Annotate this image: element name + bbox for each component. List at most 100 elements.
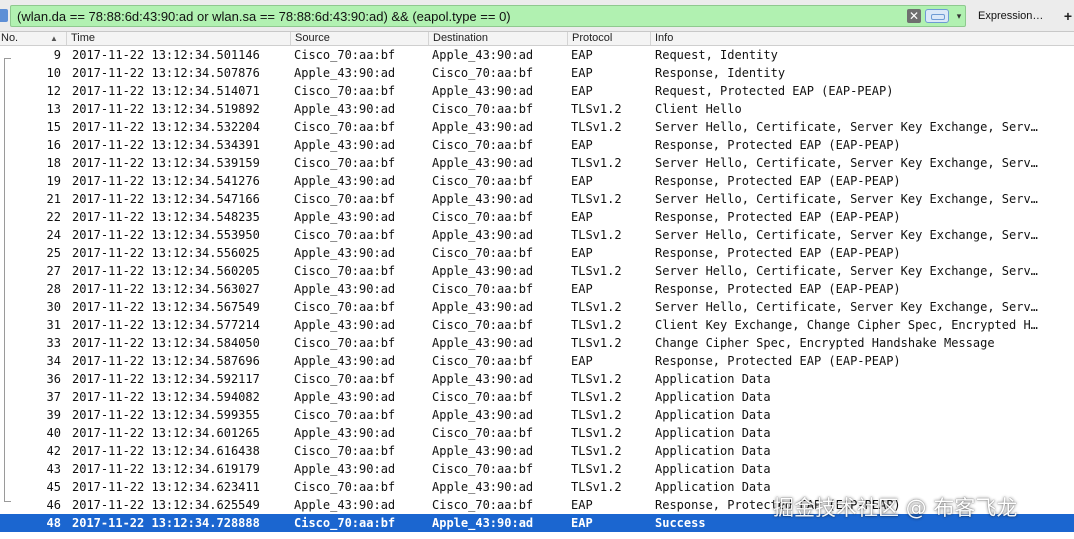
packet-protocol: EAP bbox=[571, 174, 593, 188]
packet-time: 2017-11-22 13:12:34.728888 bbox=[72, 516, 260, 530]
display-filter-text[interactable]: (wlan.da == 78:88:6d:43:90:ad or wlan.sa… bbox=[17, 9, 511, 24]
packet-source: Cisco_70:aa:bf bbox=[294, 300, 396, 314]
table-row[interactable]: 37 2017-11-22 13:12:34.594082 Apple_43:90:… bbox=[0, 388, 1074, 406]
column-header-destination[interactable]: Destination bbox=[428, 32, 567, 45]
table-row[interactable]: 31 2017-11-22 13:12:34.577214 Apple_43:90:… bbox=[0, 316, 1074, 334]
packet-protocol: EAP bbox=[571, 66, 593, 80]
table-row[interactable]: 18 2017-11-22 13:12:34.539159 Cisco_70:aa:… bbox=[0, 154, 1074, 172]
packet-source: Apple_43:90:ad bbox=[294, 390, 396, 404]
packet-protocol: TLSv1.2 bbox=[571, 390, 622, 404]
table-row[interactable]: 22 2017-11-22 13:12:34.548235 Apple_43:90:… bbox=[0, 208, 1074, 226]
apply-filter-icon[interactable] bbox=[925, 9, 949, 23]
table-row[interactable]: 10 2017-11-22 13:12:34.507876 Apple_43:90:… bbox=[0, 64, 1074, 82]
packet-source: Cisco_70:aa:bf bbox=[294, 48, 396, 62]
packet-info: Request, Identity bbox=[655, 48, 778, 62]
packet-destination: Apple_43:90:ad bbox=[432, 84, 534, 98]
packet-destination: Cisco_70:aa:bf bbox=[432, 318, 534, 332]
packet-number: 21 bbox=[46, 192, 61, 206]
sort-ascending-icon: ▲ bbox=[50, 34, 58, 43]
table-row[interactable]: 28 2017-11-22 13:12:34.563027 Apple_43:90:… bbox=[0, 280, 1074, 298]
recent-filters-dropdown-icon[interactable]: ▾ bbox=[953, 8, 965, 24]
table-row[interactable]: 42 2017-11-22 13:12:34.616438 Cisco_70:aa:… bbox=[0, 442, 1074, 460]
table-row[interactable]: 40 2017-11-22 13:12:34.601265 Apple_43:90:… bbox=[0, 424, 1074, 442]
packet-protocol: TLSv1.2 bbox=[571, 264, 622, 278]
packet-source: Apple_43:90:ad bbox=[294, 102, 396, 116]
table-row[interactable]: 25 2017-11-22 13:12:34.556025 Apple_43:90:… bbox=[0, 244, 1074, 262]
packet-destination: Apple_43:90:ad bbox=[432, 480, 534, 494]
packet-time: 2017-11-22 13:12:34.556025 bbox=[72, 246, 260, 260]
column-header-time[interactable]: Time bbox=[66, 32, 290, 45]
packet-protocol: EAP bbox=[571, 138, 593, 152]
column-header-source-label: Source bbox=[295, 32, 330, 44]
packet-info: Change Cipher Spec, Encrypted Handshake … bbox=[655, 336, 995, 350]
table-row[interactable]: 30 2017-11-22 13:12:34.567549 Cisco_70:aa:… bbox=[0, 298, 1074, 316]
table-row[interactable]: 24 2017-11-22 13:12:34.553950 Cisco_70:aa:… bbox=[0, 226, 1074, 244]
packet-info: Server Hello, Certificate, Server Key Ex… bbox=[655, 156, 1038, 170]
packet-time: 2017-11-22 13:12:34.616438 bbox=[72, 444, 260, 458]
watermark-text: 掘金技术社区 @ 布客飞龙 bbox=[773, 496, 1018, 520]
packet-source: Cisco_70:aa:bf bbox=[294, 516, 396, 530]
packet-destination: Cisco_70:aa:bf bbox=[432, 174, 534, 188]
table-row[interactable]: 39 2017-11-22 13:12:34.599355 Cisco_70:aa:… bbox=[0, 406, 1074, 424]
table-row[interactable]: 34 2017-11-22 13:12:34.587696 Apple_43:90:… bbox=[0, 352, 1074, 370]
table-row[interactable]: 33 2017-11-22 13:12:34.584050 Cisco_70:aa:… bbox=[0, 334, 1074, 352]
packet-number: 9 bbox=[53, 48, 61, 62]
packet-info: Server Hello, Certificate, Server Key Ex… bbox=[655, 228, 1038, 242]
display-filter-input[interactable]: (wlan.da == 78:88:6d:43:90:ad or wlan.sa… bbox=[10, 5, 966, 27]
packet-protocol: TLSv1.2 bbox=[571, 444, 622, 458]
packet-time: 2017-11-22 13:12:34.601265 bbox=[72, 426, 260, 440]
packet-number: 27 bbox=[46, 264, 61, 278]
table-row[interactable]: 13 2017-11-22 13:12:34.519892 Apple_43:90:… bbox=[0, 100, 1074, 118]
column-header-source[interactable]: Source bbox=[290, 32, 428, 45]
packet-number: 37 bbox=[46, 390, 61, 404]
packet-time: 2017-11-22 13:12:34.532204 bbox=[72, 120, 260, 134]
column-header-protocol-label: Protocol bbox=[572, 32, 613, 44]
packet-number: 31 bbox=[46, 318, 61, 332]
packet-destination: Apple_43:90:ad bbox=[432, 408, 534, 422]
packet-number: 28 bbox=[46, 282, 61, 296]
table-row[interactable]: 16 2017-11-22 13:12:34.534391 Apple_43:90:… bbox=[0, 136, 1074, 154]
packet-number: 10 bbox=[46, 66, 61, 80]
column-header-time-label: Time bbox=[71, 32, 96, 44]
packet-protocol: TLSv1.2 bbox=[571, 120, 622, 134]
packet-protocol: TLSv1.2 bbox=[571, 462, 622, 476]
packet-destination: Apple_43:90:ad bbox=[432, 120, 534, 134]
packet-time: 2017-11-22 13:12:34.548235 bbox=[72, 210, 260, 224]
packet-destination: Apple_43:90:ad bbox=[432, 192, 534, 206]
column-header-info[interactable]: Info bbox=[650, 32, 1074, 45]
packet-protocol: TLSv1.2 bbox=[571, 372, 622, 386]
packet-protocol: TLSv1.2 bbox=[571, 408, 622, 422]
packet-number: 45 bbox=[46, 480, 61, 494]
packet-info: Response, Protected EAP (EAP-PEAP) bbox=[655, 174, 901, 188]
column-header-protocol[interactable]: Protocol bbox=[567, 32, 650, 45]
table-row[interactable]: 43 2017-11-22 13:12:34.619179 Apple_43:90:… bbox=[0, 460, 1074, 478]
packet-number: 33 bbox=[46, 336, 61, 350]
packet-number: 24 bbox=[46, 228, 61, 242]
packet-protocol: EAP bbox=[571, 246, 593, 260]
packet-time: 2017-11-22 13:12:34.514071 bbox=[72, 84, 260, 98]
expression-button[interactable]: Expression… bbox=[970, 5, 1058, 27]
packet-source: Apple_43:90:ad bbox=[294, 174, 396, 188]
packet-info: Application Data bbox=[655, 372, 771, 386]
table-row[interactable]: 12 2017-11-22 13:12:34.514071 Cisco_70:aa:… bbox=[0, 82, 1074, 100]
table-row[interactable]: 36 2017-11-22 13:12:34.592117 Cisco_70:aa:… bbox=[0, 370, 1074, 388]
packet-info: Application Data bbox=[655, 390, 771, 404]
packet-protocol: TLSv1.2 bbox=[571, 156, 622, 170]
packet-protocol: EAP bbox=[571, 84, 593, 98]
clear-filter-icon[interactable]: ✕ bbox=[907, 9, 921, 23]
packet-time: 2017-11-22 13:12:34.539159 bbox=[72, 156, 260, 170]
packet-number: 16 bbox=[46, 138, 61, 152]
table-row[interactable]: 19 2017-11-22 13:12:34.541276 Apple_43:90:… bbox=[0, 172, 1074, 190]
packet-destination: Cisco_70:aa:bf bbox=[432, 462, 534, 476]
table-row[interactable]: 21 2017-11-22 13:12:34.547166 Cisco_70:aa:… bbox=[0, 190, 1074, 208]
filter-bookmark-icon[interactable] bbox=[0, 9, 8, 22]
table-row[interactable]: 9 2017-11-22 13:12:34.501146 Cisco_70:aa:b… bbox=[0, 46, 1074, 64]
table-row[interactable]: 27 2017-11-22 13:12:34.560205 Cisco_70:aa:… bbox=[0, 262, 1074, 280]
packet-destination: Apple_43:90:ad bbox=[432, 444, 534, 458]
packet-time: 2017-11-22 13:12:34.560205 bbox=[72, 264, 260, 278]
packet-number: 36 bbox=[46, 372, 61, 386]
packet-list[interactable]: 9 2017-11-22 13:12:34.501146 Cisco_70:aa:b… bbox=[0, 46, 1074, 539]
table-row[interactable]: 15 2017-11-22 13:12:34.532204 Cisco_70:aa:… bbox=[0, 118, 1074, 136]
packet-time: 2017-11-22 13:12:34.584050 bbox=[72, 336, 260, 350]
add-filter-button-icon[interactable]: + bbox=[1062, 5, 1074, 27]
